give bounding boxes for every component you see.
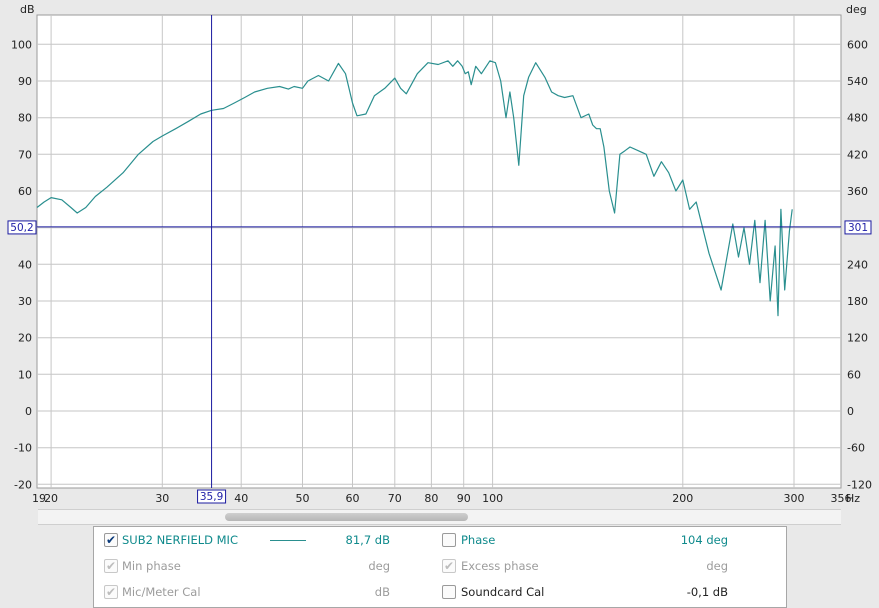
y2-tick-label: 0	[847, 405, 854, 418]
y2-tick-label: -60	[847, 442, 865, 455]
y2-tick-label: 420	[847, 148, 868, 161]
excess-phase-value: deg	[706, 559, 728, 573]
y-axis-right: 600540480420360300240180120600-60-120	[847, 38, 872, 491]
y-tick-label: -10	[14, 442, 32, 455]
y2-tick-label: -120	[847, 478, 872, 491]
x-axis: 1920 30 40 50 60 70 80 90 100 200 300 356	[32, 492, 852, 505]
y2-tick-label: 120	[847, 332, 868, 345]
measurement-value: 81,7 dB	[345, 533, 390, 547]
cursor-y2-readout-label: 301	[848, 222, 868, 234]
x-tick-label: 60	[345, 492, 359, 505]
phase-checkbox[interactable]	[442, 533, 456, 547]
y-tick-label: -20	[14, 478, 32, 491]
soundcard-cal-value: -0,1 dB	[686, 585, 728, 599]
x-tick-label: 20	[44, 492, 58, 505]
legend-row-excess-phase[interactable]: ✔ Excess phase deg	[442, 556, 742, 576]
x-tick-label: 90	[457, 492, 471, 505]
legend-row-soundcard-cal[interactable]: Soundcard Cal -0,1 dB	[442, 582, 742, 602]
x-tick-label: 80	[424, 492, 438, 505]
cursor-y-readout-label: 50,2	[10, 222, 33, 234]
y-axis-left: 1009080706050403020100-10-20	[11, 38, 32, 491]
y-tick-label: 100	[11, 38, 32, 51]
min-phase-label: Min phase	[122, 559, 181, 573]
y-axis-unit-label: dB	[20, 3, 35, 16]
y-tick-label: 80	[18, 112, 32, 125]
legend-panel: ✔ SUB2 NERFIELD MIC 81,7 dB ✔ Min phase …	[93, 526, 787, 608]
x-axis-unit-label: Hz	[846, 492, 860, 505]
soundcard-cal-label: Soundcard Cal	[461, 585, 545, 599]
mic-cal-label: Mic/Meter Cal	[122, 585, 201, 599]
x-tick-label: 300	[784, 492, 805, 505]
y-tick-label: 70	[18, 148, 32, 161]
y-tick-label: 40	[18, 258, 32, 271]
cursor-x-readout-label: 35,9	[200, 491, 223, 503]
measurement-checkbox[interactable]: ✔	[104, 533, 118, 547]
x-tick-label: 40	[234, 492, 248, 505]
x-tick-label: 30	[155, 492, 169, 505]
trace-color-swatch	[270, 540, 306, 541]
y-tick-label: 0	[25, 405, 32, 418]
legend-row-min-phase[interactable]: ✔ Min phase deg	[104, 556, 424, 576]
y2-tick-label: 360	[847, 185, 868, 198]
min-phase-value: deg	[368, 559, 390, 573]
mic-cal-value: dB	[374, 585, 390, 599]
plot-area[interactable]	[36, 14, 842, 489]
y-tick-label: 90	[18, 75, 32, 88]
min-phase-checkbox[interactable]: ✔	[104, 559, 118, 573]
y2-tick-label: 240	[847, 258, 868, 271]
x-tick-label: 50	[295, 492, 309, 505]
x-tick-label: 70	[388, 492, 402, 505]
y2-tick-label: 480	[847, 112, 868, 125]
measurement-label: SUB2 NERFIELD MIC	[122, 533, 238, 547]
y-tick-label: 10	[18, 368, 32, 381]
y2-tick-label: 180	[847, 295, 868, 308]
y2-axis-unit-label: deg	[846, 3, 867, 16]
legend-row-phase[interactable]: Phase 104 deg	[442, 530, 742, 550]
x-tick-label: 100	[482, 492, 503, 505]
y-tick-label: 20	[18, 332, 32, 345]
y-tick-label: 30	[18, 295, 32, 308]
legend-row-mic-cal[interactable]: ✔ Mic/Meter Cal dB	[104, 582, 424, 602]
y2-tick-label: 600	[847, 38, 868, 51]
x-tick-label: 200	[672, 492, 693, 505]
y-tick-label: 60	[18, 185, 32, 198]
y2-tick-label: 540	[847, 75, 868, 88]
frequency-response-chart[interactable]: 1009080706050403020100-10-20 60054048042…	[0, 0, 879, 508]
phase-value: 104 deg	[680, 533, 728, 547]
y2-tick-label: 60	[847, 368, 861, 381]
excess-phase-checkbox[interactable]: ✔	[442, 559, 456, 573]
excess-phase-label: Excess phase	[461, 559, 539, 573]
scrollbar-thumb[interactable]	[225, 513, 468, 521]
legend-row-measurement[interactable]: ✔ SUB2 NERFIELD MIC 81,7 dB	[104, 530, 424, 550]
horizontal-scrollbar[interactable]	[38, 509, 841, 525]
phase-label: Phase	[461, 533, 496, 547]
